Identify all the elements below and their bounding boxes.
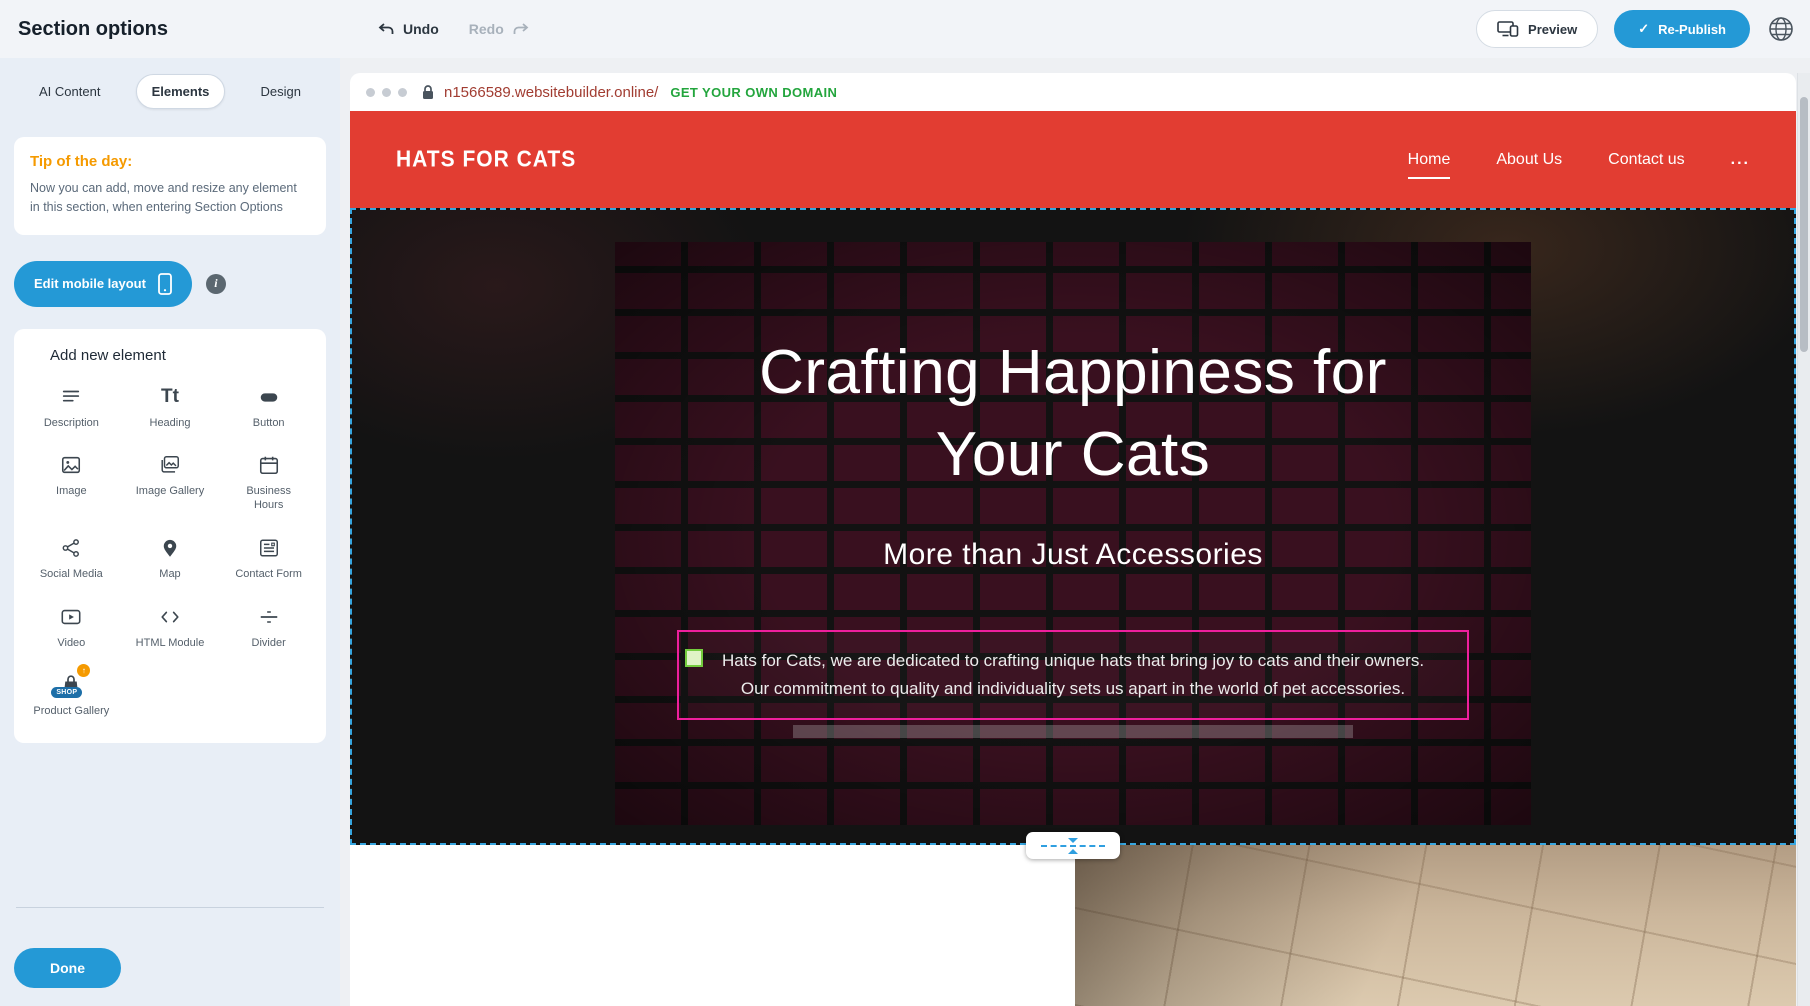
site-nav: Home About Us Contact us ... <box>1408 151 1750 169</box>
hero-paragraph-selected[interactable]: Hats for Cats, we are dedicated to craft… <box>677 630 1469 720</box>
window-dot <box>382 88 391 97</box>
element-description[interactable]: Description <box>22 384 121 431</box>
phone-icon <box>158 273 172 295</box>
preview-button[interactable]: Preview <box>1476 10 1598 48</box>
image-gallery-icon <box>159 452 181 478</box>
element-drag-handle[interactable] <box>685 649 703 667</box>
element-video[interactable]: Video <box>22 604 121 651</box>
image-icon <box>60 452 82 478</box>
contact-form-icon <box>258 535 280 561</box>
sidebar-tabs: AI Content Elements Design <box>0 58 340 109</box>
tip-body: Now you can add, move and resize any ele… <box>30 179 310 217</box>
site-logo[interactable]: HATS FOR CATS <box>396 146 576 173</box>
topbar-actions: Preview ✓ Re-Publish <box>1476 10 1796 48</box>
next-section-preview <box>350 845 1796 1006</box>
redo-button[interactable]: Redo <box>469 21 529 37</box>
hero-subheading[interactable]: More than Just Accessories <box>883 538 1263 572</box>
divider-icon <box>257 604 281 630</box>
nav-contact-us[interactable]: Contact us <box>1608 151 1684 169</box>
globe-icon[interactable] <box>1766 14 1796 44</box>
undo-button[interactable]: Undo <box>378 21 439 37</box>
undo-redo-group: Undo Redo <box>378 21 529 37</box>
upgrade-badge-icon: ↑ <box>77 664 90 677</box>
description-icon <box>60 384 82 410</box>
check-icon: ✓ <box>1638 21 1649 37</box>
hero-paragraph-text: Hats for Cats, we are dedicated to craft… <box>707 647 1439 703</box>
element-social-media[interactable]: Social Media <box>22 535 121 582</box>
element-map[interactable]: Map <box>121 535 220 582</box>
devices-icon <box>1497 21 1519 37</box>
tab-design[interactable]: Design <box>246 75 316 108</box>
info-icon[interactable]: i <box>206 274 226 294</box>
section-resize-handle[interactable] <box>1026 832 1120 859</box>
site-url: n1566589.websitebuilder.online/ <box>444 84 658 101</box>
business-hours-icon <box>258 452 280 478</box>
window-dots <box>366 88 407 97</box>
done-button[interactable]: Done <box>14 948 121 988</box>
shop-badge: SHOP <box>51 687 82 698</box>
republish-button[interactable]: ✓ Re-Publish <box>1614 10 1750 48</box>
preview-area: n1566589.websitebuilder.online/ GET YOUR… <box>340 58 1810 1006</box>
element-heading[interactable]: Tt Heading <box>121 384 220 431</box>
shopping-bag-icon: SHOP ↑ <box>59 672 83 698</box>
tip-title: Tip of the day: <box>30 153 310 170</box>
undo-icon <box>378 22 395 36</box>
add-element-panel: Add new element Description Tt Heading B… <box>14 329 326 744</box>
social-media-icon <box>60 535 82 561</box>
element-divider[interactable]: Divider <box>219 604 318 651</box>
floor-photo <box>1075 845 1796 1006</box>
element-contact-form[interactable]: Contact Form <box>219 535 318 582</box>
topbar: Section options Undo Redo Preview ✓ Re-P… <box>0 0 1810 58</box>
nav-home[interactable]: Home <box>1408 151 1451 169</box>
element-image-gallery[interactable]: Image Gallery <box>121 452 220 513</box>
page-title: Section options <box>18 18 168 41</box>
map-pin-icon <box>159 535 181 561</box>
element-grid: Description Tt Heading Button Image <box>22 384 318 720</box>
paragraph-ghost-overlay <box>793 725 1353 738</box>
browser-chrome-bar: n1566589.websitebuilder.online/ GET YOUR… <box>350 73 1796 111</box>
element-product-gallery[interactable]: SHOP ↑ Product Gallery <box>22 672 121 719</box>
window-dot <box>366 88 375 97</box>
lock-icon <box>421 84 435 100</box>
scrollbar-thumb[interactable] <box>1800 97 1808 352</box>
sidebar: AI Content Elements Design Tip of the da… <box>0 58 340 1006</box>
hero-heading[interactable]: Crafting Happiness for Your Cats <box>688 332 1458 496</box>
redo-icon <box>512 22 529 36</box>
video-icon <box>59 604 83 630</box>
heading-icon: Tt <box>161 384 179 410</box>
edit-mobile-row: Edit mobile layout i <box>14 261 326 307</box>
sidebar-divider <box>16 907 324 908</box>
edit-mobile-layout-button[interactable]: Edit mobile layout <box>14 261 192 307</box>
nav-about-us[interactable]: About Us <box>1496 151 1562 169</box>
scrollbar <box>1797 73 1810 1006</box>
window-dot <box>398 88 407 97</box>
nav-more-menu[interactable]: ... <box>1731 151 1750 169</box>
resize-arrow-up-icon <box>1068 849 1078 854</box>
tab-ai-content[interactable]: AI Content <box>24 75 115 108</box>
tip-of-the-day-card: Tip of the day: Now you can add, move an… <box>14 137 326 235</box>
element-html-module[interactable]: HTML Module <box>121 604 220 651</box>
resize-dash-line <box>1041 845 1105 847</box>
code-icon <box>158 604 182 630</box>
site-canvas: HATS FOR CATS Home About Us Contact us .… <box>350 111 1796 1006</box>
resize-arrow-down-icon <box>1068 838 1078 843</box>
add-element-title: Add new element <box>50 347 318 364</box>
site-header: HATS FOR CATS Home About Us Contact us .… <box>350 111 1796 208</box>
hero-section-selected[interactable]: Crafting Happiness for Your Cats More th… <box>350 208 1796 845</box>
element-image[interactable]: Image <box>22 452 121 513</box>
get-domain-link[interactable]: GET YOUR OWN DOMAIN <box>670 85 837 100</box>
element-business-hours[interactable]: Business Hours <box>219 452 318 513</box>
hero-content: Crafting Happiness for Your Cats More th… <box>352 210 1794 843</box>
element-button[interactable]: Button <box>219 384 318 431</box>
tab-elements[interactable]: Elements <box>136 74 226 109</box>
button-icon <box>257 384 281 410</box>
